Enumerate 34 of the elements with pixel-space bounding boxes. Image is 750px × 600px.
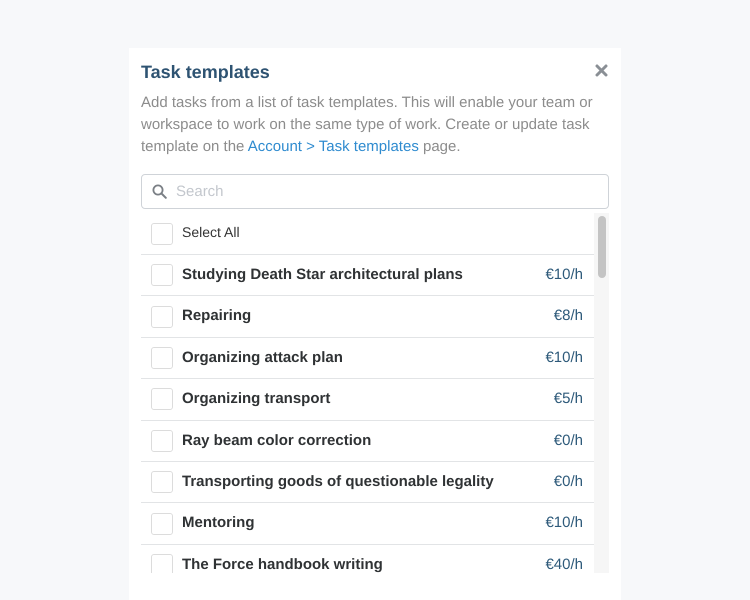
hourly-rate: €40/h [545, 554, 583, 573]
search-icon [152, 184, 167, 199]
template-name[interactable]: Repairing [182, 305, 545, 328]
template-name[interactable]: Organizing attack plan [182, 346, 536, 370]
checkbox[interactable] [151, 306, 173, 328]
checkbox[interactable] [151, 554, 173, 573]
dialog-description: Add tasks from a list of task templates. This will enable your team or workspace to work on the same type of work. Create or update task template on the Account > Task templates page. [141, 93, 594, 157]
checkbox[interactable] [151, 512, 173, 535]
dialog-title: Task templates [141, 61, 270, 84]
hourly-rate: €0/h [554, 430, 583, 450]
template-name[interactable]: Transporting goods of questionable legality [182, 470, 545, 494]
hourly-rate: €10/h [545, 264, 583, 285]
template-name[interactable]: The Force handbook writing [182, 554, 536, 573]
checkbox[interactable] [151, 430, 173, 452]
hourly-rate: €10/h [545, 513, 583, 534]
template-name[interactable]: Organizing transport [182, 388, 545, 411]
hourly-rate: €8/h [554, 306, 583, 326]
close-button[interactable] [593, 62, 609, 78]
checkbox[interactable] [151, 471, 173, 494]
hourly-rate: €0/h [554, 472, 583, 492]
template-name[interactable]: Ray beam color correction [182, 430, 545, 452]
checkbox[interactable] [151, 388, 173, 410]
checkbox[interactable] [151, 264, 173, 286]
template-name[interactable]: Mentoring [182, 512, 536, 535]
account-templates-link[interactable]: Account > Task templates [248, 138, 419, 155]
hourly-rate: €10/h [545, 348, 583, 368]
hourly-rate: €5/h [554, 389, 583, 410]
scrollbar-thumb[interactable] [598, 216, 606, 278]
checkbox[interactable] [151, 222, 173, 244]
checkbox[interactable] [151, 346, 173, 369]
select-all-label[interactable]: Select All [182, 222, 240, 243]
template-name[interactable]: Studying Death Star architectural plans [182, 264, 536, 286]
close-icon [594, 64, 608, 76]
search-field[interactable]: Search [141, 174, 609, 209]
